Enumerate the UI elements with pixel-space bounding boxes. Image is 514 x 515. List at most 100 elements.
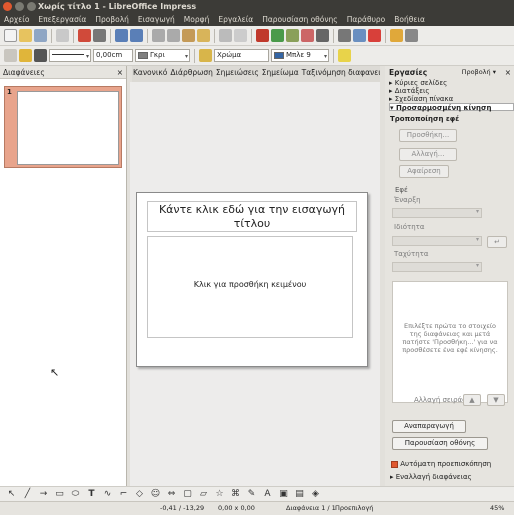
clone-formatting-icon[interactable]: [197, 29, 210, 42]
effects-list[interactable]: Επιλέξτε πρώτα το στοιχείο της διαφάνεια…: [392, 281, 508, 403]
window-maximize-button[interactable]: [27, 2, 36, 11]
text-icon[interactable]: T: [85, 489, 98, 499]
undo-icon[interactable]: [219, 29, 232, 42]
tree-item-table-design[interactable]: ▸ Σχεδίαση πίνακα: [389, 95, 514, 103]
chart-icon[interactable]: [256, 29, 269, 42]
title-placeholder[interactable]: Κάντε κλικ εδώ για την εισαγωγή τίτλου: [147, 201, 357, 232]
autospellcheck-icon[interactable]: [130, 29, 143, 42]
move-down-button[interactable]: ▼: [487, 394, 505, 406]
fontwork-icon[interactable]: [316, 29, 329, 42]
line-style-select[interactable]: ▾: [49, 49, 91, 62]
points-icon[interactable]: ⌘: [229, 489, 242, 499]
copy-icon[interactable]: [167, 29, 180, 42]
table-icon[interactable]: [271, 29, 284, 42]
menu-file[interactable]: Αρχείο: [4, 14, 29, 26]
slide-thumbnail-selected[interactable]: 1: [4, 86, 122, 168]
movie-icon[interactable]: [301, 29, 314, 42]
gallery-icon[interactable]: ▤: [293, 489, 306, 499]
ellipse-icon[interactable]: ⬭: [69, 489, 82, 499]
line-tool-icon[interactable]: ╱: [21, 489, 34, 499]
arrow-line-icon[interactable]: →: [37, 489, 50, 499]
window-minimize-button[interactable]: [15, 2, 24, 11]
add-effect-button[interactable]: Προσθήκη...: [399, 129, 457, 142]
paste-icon[interactable]: [182, 29, 195, 42]
start-select[interactable]: [392, 208, 482, 218]
tab-normal[interactable]: Κανονικό: [133, 68, 167, 80]
menu-edit[interactable]: Επεξεργασία: [38, 14, 86, 26]
property-select[interactable]: [392, 236, 482, 246]
menu-insert[interactable]: Εισαγωγή: [138, 14, 175, 26]
tree-item-master-pages[interactable]: ▸ Κύριες σελίδες: [389, 79, 514, 87]
tree-item-slide-transition[interactable]: ▸ Εναλλαγή διαφάνειας: [390, 473, 472, 481]
slide-edit-area[interactable]: Κάντε κλικ εδώ για την εισαγωγή τίτλου Κ…: [130, 82, 382, 488]
basic-shapes-icon[interactable]: ◇: [133, 489, 146, 499]
cut-icon[interactable]: [152, 29, 165, 42]
remove-effect-button[interactable]: Αφαίρεση: [399, 165, 449, 178]
styles-icon[interactable]: [4, 49, 17, 62]
shadow-icon[interactable]: [338, 49, 351, 62]
tab-slide-sorter[interactable]: Ταξινόμηση διαφανειών: [302, 68, 392, 80]
glue-points-icon[interactable]: ✎: [245, 489, 258, 499]
close-icon[interactable]: ×: [505, 66, 511, 79]
play-button[interactable]: Αναπαραγωγή: [392, 420, 466, 433]
fill-style-select[interactable]: Χρώμα: [214, 49, 269, 62]
fill-color-select[interactable]: Μπλε 9 ▾: [271, 49, 329, 62]
open-folder-icon[interactable]: [19, 29, 32, 42]
menu-tools[interactable]: Εργαλεία: [218, 14, 253, 26]
change-effect-button[interactable]: Αλλαγή...: [399, 148, 457, 161]
stars-icon[interactable]: ☆: [213, 489, 226, 499]
tasks-view-menu[interactable]: Προβολή ▾: [462, 66, 496, 79]
window-close-button[interactable]: [3, 2, 12, 11]
new-document-icon[interactable]: [4, 29, 17, 42]
print-icon[interactable]: [93, 29, 106, 42]
fontwork-gallery-icon[interactable]: A: [261, 489, 274, 499]
display-views-icon[interactable]: [405, 29, 418, 42]
line-icon[interactable]: [19, 49, 32, 62]
symbol-shapes-icon[interactable]: ☺: [149, 489, 162, 499]
tree-item-layouts[interactable]: ▸ Διατάξεις: [389, 87, 514, 95]
menu-slideshow[interactable]: Παρουσίαση οθόνης: [262, 14, 338, 26]
curve-icon[interactable]: ∿: [101, 489, 114, 499]
rectangle-icon[interactable]: ▭: [53, 489, 66, 499]
tree-item-custom-animation[interactable]: ▾ Προσαρμοσμένη κίνηση: [389, 103, 514, 112]
redo-icon[interactable]: [234, 29, 247, 42]
autopreview-checkbox[interactable]: [391, 460, 398, 468]
zoom-level[interactable]: 45%: [490, 502, 504, 515]
flowchart-icon[interactable]: ▢: [181, 489, 194, 499]
block-arrows-icon[interactable]: ⇔: [165, 489, 178, 499]
menu-view[interactable]: Προβολή: [95, 14, 129, 26]
slide-canvas[interactable]: Κάντε κλικ εδώ για την εισαγωγή τίτλου Κ…: [136, 192, 368, 367]
help-icon[interactable]: [368, 29, 381, 42]
spellcheck-icon[interactable]: [115, 29, 128, 42]
from-file-icon[interactable]: ▣: [277, 489, 290, 499]
slideshow-button[interactable]: Παρουσίαση οθόνης: [392, 437, 488, 450]
menu-format[interactable]: Μορφή: [184, 14, 210, 26]
save-icon[interactable]: [34, 29, 47, 42]
select-arrow-icon[interactable]: ↖: [5, 489, 18, 499]
line-width-input[interactable]: 0,00cm: [93, 49, 133, 62]
tab-handout[interactable]: Σημείωμα: [262, 68, 299, 80]
menu-help[interactable]: Βοήθεια: [394, 14, 425, 26]
navigator-icon[interactable]: [338, 29, 351, 42]
content-placeholder[interactable]: Κλικ για προσθήκη κειμένου: [147, 236, 353, 338]
image-icon[interactable]: [286, 29, 299, 42]
tab-outline[interactable]: Διάρθρωση: [170, 68, 213, 80]
callouts-icon[interactable]: ▱: [197, 489, 210, 499]
export-pdf-icon[interactable]: [78, 29, 91, 42]
edit-file-icon[interactable]: [56, 29, 69, 42]
zoom-icon[interactable]: [353, 29, 366, 42]
area-icon[interactable]: [199, 49, 212, 62]
slide-thumbnail[interactable]: [17, 91, 119, 165]
arrow-style-icon[interactable]: [34, 49, 47, 62]
property-options-button[interactable]: ↵: [487, 236, 507, 248]
autopreview-option[interactable]: Αυτόματη προεπισκόπηση: [391, 460, 491, 468]
move-up-button[interactable]: ▲: [463, 394, 481, 406]
line-color-select[interactable]: Γκρι ▾: [135, 49, 190, 62]
slide-layout-icon[interactable]: [390, 29, 403, 42]
speed-select[interactable]: [392, 262, 482, 272]
connector-icon[interactable]: ⌐: [117, 489, 130, 499]
tab-notes[interactable]: Σημειώσεις: [216, 68, 259, 80]
extrusion-icon[interactable]: ◈: [309, 489, 322, 499]
close-icon[interactable]: ×: [117, 66, 123, 79]
menu-window[interactable]: Παράθυρο: [347, 14, 386, 26]
